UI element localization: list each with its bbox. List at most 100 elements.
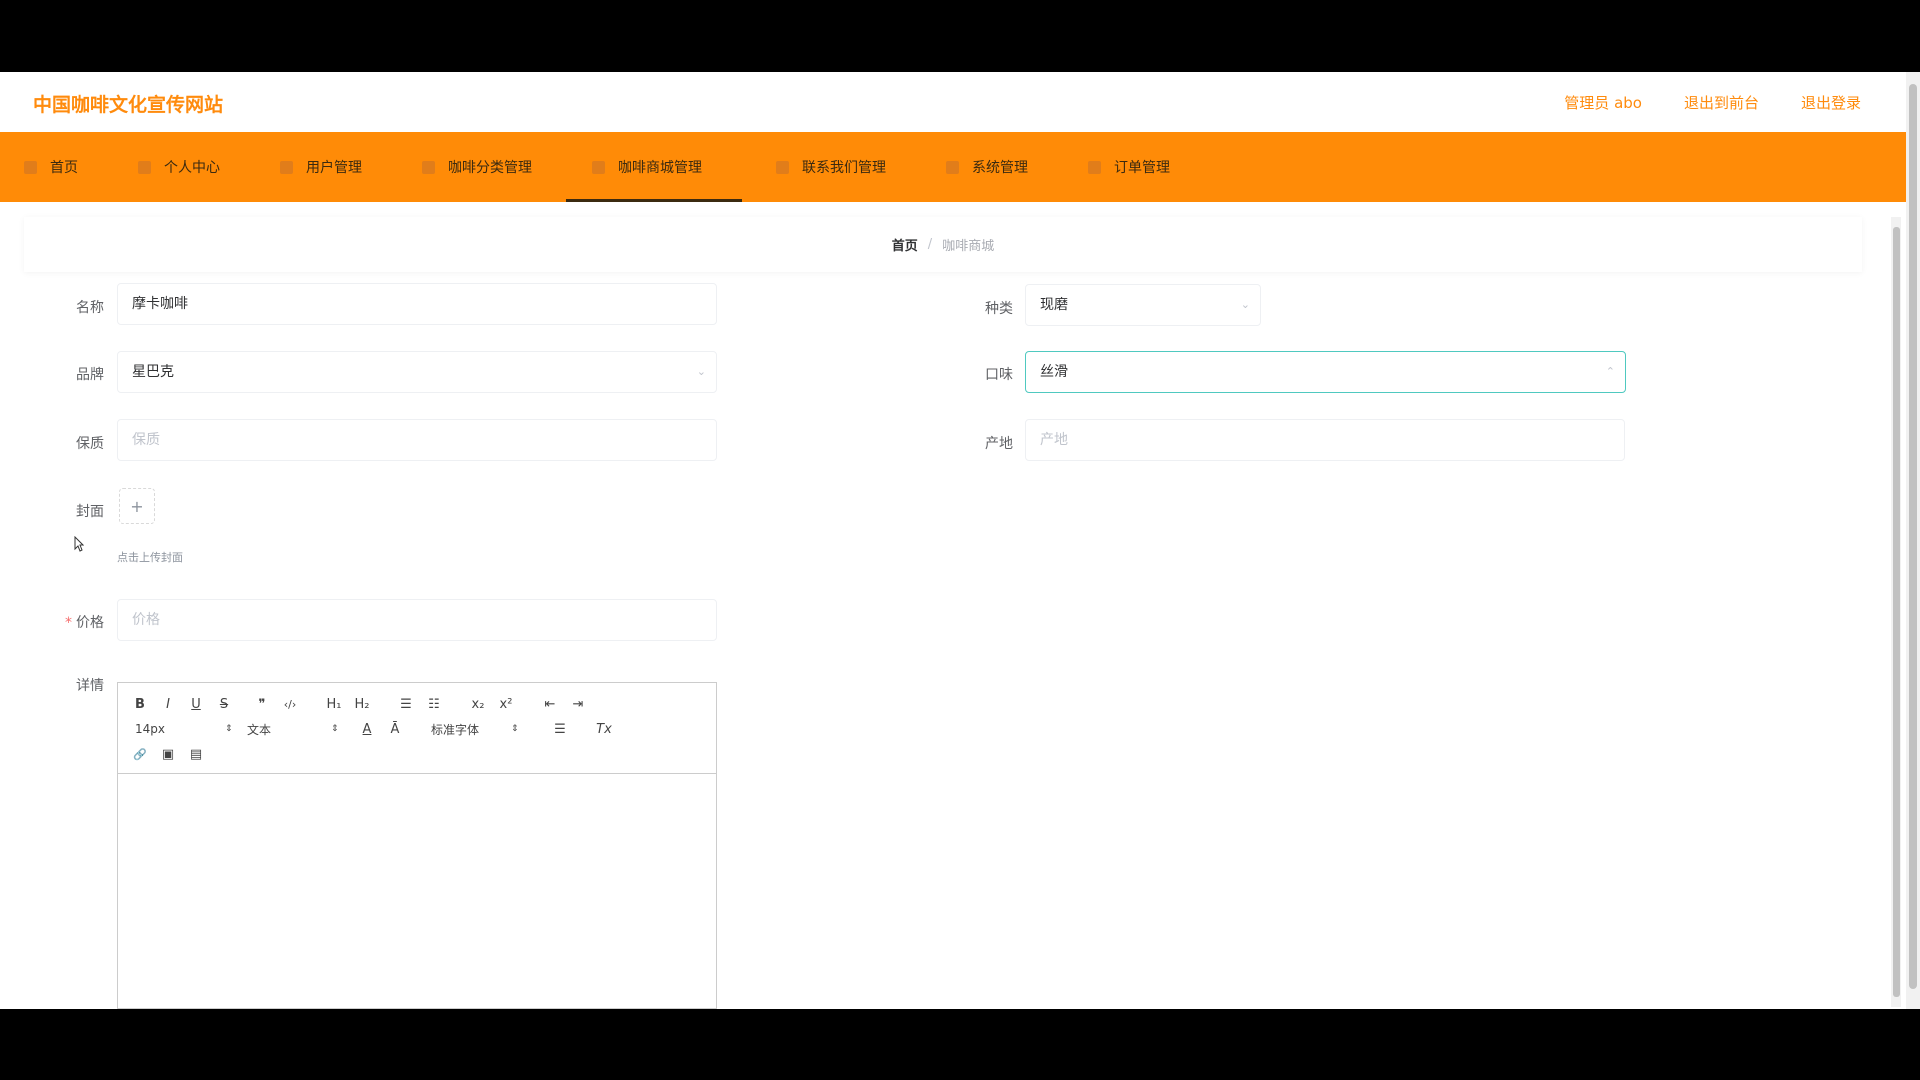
brand-input[interactable]: 星巴克 ⌄ [117,351,717,393]
clear-format-icon[interactable]: Tx [594,720,614,738]
outdent-icon[interactable]: ⇤ [540,695,560,713]
code-icon[interactable]: ‹/› [280,695,300,713]
link-icon[interactable]: 🔗 [130,745,150,763]
ordered-list-icon[interactable]: ☰ [396,695,416,713]
nav-item-label: 咖啡分类管理 [448,160,532,176]
taste-value: 丝滑 [1040,364,1068,380]
name-input[interactable]: 摩卡咖啡 [117,283,717,325]
page-scrollbar[interactable] [1906,72,1920,1009]
category-value: 现磨 [1040,297,1068,313]
chevron-updown-icon: ⇕ [225,724,233,734]
price-label-text: 价格 [76,615,104,631]
strike-button[interactable]: S [214,695,234,713]
settings-icon [946,160,959,174]
brand-label: 品牌 [76,367,104,383]
top-header: 中国咖啡文化宣传网站 管理员 abo 退出到前台 退出登录 [0,72,1906,132]
header-links: 管理员 abo 退出到前台 退出登录 [1564,92,1861,113]
shelf-life-input[interactable]: 保质 [117,419,717,461]
image-icon[interactable]: ▣ [158,745,178,763]
name-label: 名称 [76,300,104,316]
nav-item-label: 咖啡商城管理 [618,160,702,176]
mall-icon [592,160,605,174]
content-scroll-thumb[interactable] [1893,227,1900,997]
chevron-updown-icon: ⇕ [511,724,519,734]
paragraph-select[interactable]: 文本 ⇕ [247,720,339,738]
taste-label: 口味 [985,367,1013,383]
admin-user-label: 管理员 abo [1564,94,1642,112]
font-family-value: 标准字体 [431,722,480,737]
main-nav: 首页 个人中心 用户管理 咖啡分类管理 咖啡商城管理 联系我们管理 系统管理 订… [0,132,1906,202]
mouse-cursor-icon [74,536,84,552]
bold-button[interactable]: B [130,695,150,713]
indent-icon[interactable]: ⇥ [568,695,588,713]
chevron-updown-icon: ⇕ [331,724,339,734]
origin-input[interactable]: 产地 [1025,419,1625,461]
content-scrollbar[interactable] [1891,217,1901,1007]
nav-item-system[interactable]: 系统管理 [946,132,1054,202]
nav-item-users[interactable]: 用户管理 [280,132,388,202]
category-icon [422,160,435,174]
nav-item-profile[interactable]: 个人中心 [138,132,246,202]
category-select[interactable]: 现磨 ⌄ [1025,284,1261,326]
nav-item-coffee-category[interactable]: 咖啡分类管理 [422,132,558,202]
subscript-button[interactable]: x₂ [468,695,488,713]
users-icon [280,160,293,174]
required-mark: * [65,615,72,631]
chevron-down-icon: ⌄ [696,365,706,378]
upload-tip: 点击上传封面 [117,551,183,564]
video-icon[interactable]: ▤ [186,745,206,763]
superscript-button[interactable]: x² [496,695,516,713]
chevron-up-icon: ⌃ [1605,365,1615,378]
background-color-icon[interactable]: Ā [385,720,405,738]
h2-button[interactable]: H₂ [352,695,372,713]
align-icon[interactable]: ☰ [550,720,570,738]
home-icon [24,160,37,174]
rich-text-editor: B I U S ❞ ‹/› H₁ H₂ ☰ ☷ x₂ x² ⇤ ⇥ 14px ⇕ … [117,682,717,1009]
nav-item-home[interactable]: 首页 [24,132,104,202]
nav-item-contact[interactable]: 联系我们管理 [776,132,912,202]
site-title: 中国咖啡文化宣传网站 [33,94,224,116]
origin-label: 产地 [985,436,1013,452]
price-input[interactable]: 价格 [117,599,717,641]
nav-item-coffee-mall[interactable]: 咖啡商城管理 [566,132,742,202]
breadcrumb-current: 咖啡商城 [942,239,995,254]
page-scroll-thumb[interactable] [1909,84,1917,989]
cover-label: 封面 [76,504,104,520]
brand-value: 星巴克 [132,364,174,380]
taste-select[interactable]: 丝滑 ⌃ [1025,351,1626,393]
editor-toolbar: B I U S ❞ ‹/› H₁ H₂ ☰ ☷ x₂ x² ⇤ ⇥ 14px ⇕ … [118,683,716,774]
order-icon [1088,160,1101,174]
page-viewport: 中国咖啡文化宣传网站 管理员 abo 退出到前台 退出登录 首页 个人中心 用户… [0,72,1920,1009]
category-label: 种类 [985,301,1013,317]
nav-item-label: 联系我们管理 [802,160,886,176]
nav-item-label: 系统管理 [972,160,1028,176]
breadcrumb-home[interactable]: 首页 [892,235,918,254]
price-label: * 价格 [24,612,104,632]
breadcrumb: 首页 / 咖啡商城 [24,217,1862,272]
detail-label: 详情 [76,678,104,694]
font-color-icon[interactable]: A [357,720,377,738]
h1-button[interactable]: H₁ [324,695,344,713]
nav-item-label: 订单管理 [1114,160,1170,176]
contact-icon [776,160,789,174]
nav-item-label: 个人中心 [164,160,220,176]
font-family-select[interactable]: 标准字体 ⇕ [431,720,519,738]
nav-item-orders[interactable]: 订单管理 [1088,132,1196,202]
breadcrumb-separator: / [927,237,933,252]
user-icon [138,160,151,174]
cover-upload-button[interactable]: + [119,488,155,524]
logout-link[interactable]: 退出登录 [1801,92,1861,113]
shelf-life-label: 保质 [76,436,104,452]
paragraph-value: 文本 [247,722,272,737]
font-size-select[interactable]: 14px ⇕ [135,720,233,738]
quote-icon[interactable]: ❞ [252,695,272,713]
italic-button[interactable]: I [158,695,178,713]
nav-item-label: 用户管理 [306,160,362,176]
font-size-value: 14px [135,722,165,736]
exit-to-frontend-link[interactable]: 退出到前台 [1684,92,1759,113]
nav-item-label: 首页 [50,160,78,176]
underline-button[interactable]: U [186,695,206,713]
editor-content-area[interactable] [118,774,716,1009]
chevron-down-icon: ⌄ [1240,298,1250,311]
bullet-list-icon[interactable]: ☷ [424,695,444,713]
